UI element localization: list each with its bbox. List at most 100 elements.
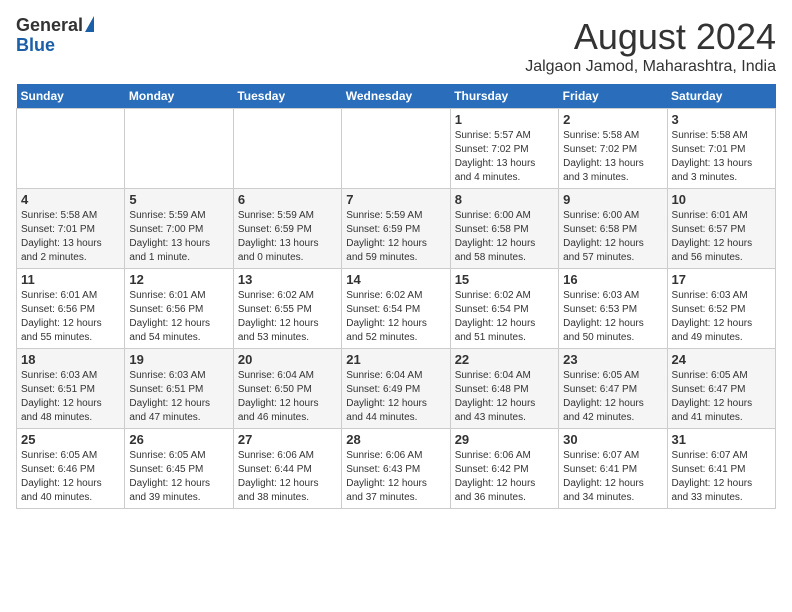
day-number: 24 (672, 352, 771, 367)
day-info: Sunrise: 6:03 AMSunset: 6:51 PMDaylight:… (129, 369, 228, 425)
calendar-cell: 28 Sunrise: 6:06 AMSunset: 6:43 PMDayligh… (342, 429, 450, 509)
day-number: 29 (455, 432, 554, 447)
calendar-cell: 15Sunrise: 6:02 AMSunset: 6:54 PMDayligh… (450, 269, 558, 349)
calendar-cell: 23 Sunrise: 6:05 AMSunset: 6:47 PMDayligh… (559, 349, 667, 429)
day-header-sunday: Sunday (17, 84, 125, 109)
calendar-week-row: 25 Sunrise: 6:05 AMSunset: 6:46 PMDayligh… (17, 429, 776, 509)
day-number: 26 (129, 432, 228, 447)
day-number: 21 (346, 352, 445, 367)
day-header-tuesday: Tuesday (233, 84, 341, 109)
day-info: Sunrise: 6:02 AMSunset: 6:54 PMDaylight:… (346, 289, 445, 345)
day-info: Sunrise: 6:04 AMSunset: 6:48 PMDaylight:… (455, 369, 554, 425)
day-header-wednesday: Wednesday (342, 84, 450, 109)
day-info: Sunrise: 5:58 AMSunset: 7:01 PMDaylight:… (672, 129, 771, 185)
day-info: Sunrise: 6:06 AMSunset: 6:43 PMDaylight:… (346, 449, 445, 505)
day-number: 13 (238, 272, 337, 287)
calendar-cell (17, 109, 125, 189)
day-info: Sunrise: 6:02 AMSunset: 6:55 PMDaylight:… (238, 289, 337, 345)
day-header-thursday: Thursday (450, 84, 558, 109)
calendar-week-row: 4 Sunrise: 5:58 AMSunset: 7:01 PMDaylight… (17, 189, 776, 269)
calendar-cell: 18 Sunrise: 6:03 AMSunset: 6:51 PMDayligh… (17, 349, 125, 429)
calendar-cell: 7 Sunrise: 5:59 AMSunset: 6:59 PMDaylight… (342, 189, 450, 269)
day-info: Sunrise: 5:58 AMSunset: 7:02 PMDaylight:… (563, 129, 662, 185)
day-number: 27 (238, 432, 337, 447)
calendar-cell: 4 Sunrise: 5:58 AMSunset: 7:01 PMDaylight… (17, 189, 125, 269)
calendar-cell: 8Sunrise: 6:00 AMSunset: 6:58 PMDaylight… (450, 189, 558, 269)
day-number: 18 (21, 352, 120, 367)
day-number: 22 (455, 352, 554, 367)
calendar-cell: 31 Sunrise: 6:07 AMSunset: 6:41 PMDayligh… (667, 429, 775, 509)
calendar-cell: 1Sunrise: 5:57 AMSunset: 7:02 PMDaylight… (450, 109, 558, 189)
day-header-monday: Monday (125, 84, 233, 109)
calendar-cell: 13 Sunrise: 6:02 AMSunset: 6:55 PMDayligh… (233, 269, 341, 349)
calendar-cell: 16 Sunrise: 6:03 AMSunset: 6:53 PMDayligh… (559, 269, 667, 349)
calendar-cell: 2 Sunrise: 5:58 AMSunset: 7:02 PMDaylight… (559, 109, 667, 189)
calendar-cell (125, 109, 233, 189)
title-block: August 2024 Jalgaon Jamod, Maharashtra, … (525, 16, 776, 76)
calendar-cell: 17 Sunrise: 6:03 AMSunset: 6:52 PMDayligh… (667, 269, 775, 349)
day-number: 1 (455, 112, 554, 127)
day-number: 10 (672, 192, 771, 207)
calendar-cell: 14 Sunrise: 6:02 AMSunset: 6:54 PMDayligh… (342, 269, 450, 349)
day-info: Sunrise: 6:03 AMSunset: 6:51 PMDaylight:… (21, 369, 120, 425)
calendar-cell: 19 Sunrise: 6:03 AMSunset: 6:51 PMDayligh… (125, 349, 233, 429)
day-info: Sunrise: 6:05 AMSunset: 6:47 PMDaylight:… (672, 369, 771, 425)
calendar-cell: 30 Sunrise: 6:07 AMSunset: 6:41 PMDayligh… (559, 429, 667, 509)
day-info: Sunrise: 6:06 AMSunset: 6:42 PMDaylight:… (455, 449, 554, 505)
calendar-cell: 26 Sunrise: 6:05 AMSunset: 6:45 PMDayligh… (125, 429, 233, 509)
day-info: Sunrise: 6:03 AMSunset: 6:53 PMDaylight:… (563, 289, 662, 345)
calendar-week-row: 1Sunrise: 5:57 AMSunset: 7:02 PMDaylight… (17, 109, 776, 189)
day-number: 19 (129, 352, 228, 367)
day-info: Sunrise: 5:59 AMSunset: 7:00 PMDaylight:… (129, 209, 228, 265)
day-number: 6 (238, 192, 337, 207)
day-number: 12 (129, 272, 228, 287)
day-number: 30 (563, 432, 662, 447)
calendar-cell (233, 109, 341, 189)
day-info: Sunrise: 6:05 AMSunset: 6:47 PMDaylight:… (563, 369, 662, 425)
day-number: 4 (21, 192, 120, 207)
day-info: Sunrise: 6:07 AMSunset: 6:41 PMDaylight:… (563, 449, 662, 505)
calendar-cell: 3Sunrise: 5:58 AMSunset: 7:01 PMDaylight… (667, 109, 775, 189)
day-number: 25 (21, 432, 120, 447)
calendar-header-row: SundayMondayTuesdayWednesdayThursdayFrid… (17, 84, 776, 109)
logo-blue-text: Blue (16, 36, 94, 56)
day-number: 7 (346, 192, 445, 207)
day-number: 28 (346, 432, 445, 447)
day-number: 17 (672, 272, 771, 287)
day-info: Sunrise: 6:05 AMSunset: 6:46 PMDaylight:… (21, 449, 120, 505)
calendar-cell (342, 109, 450, 189)
day-number: 2 (563, 112, 662, 127)
day-info: Sunrise: 6:06 AMSunset: 6:44 PMDaylight:… (238, 449, 337, 505)
location-title: Jalgaon Jamod, Maharashtra, India (525, 58, 776, 76)
calendar-week-row: 18 Sunrise: 6:03 AMSunset: 6:51 PMDayligh… (17, 349, 776, 429)
day-info: Sunrise: 5:59 AMSunset: 6:59 PMDaylight:… (346, 209, 445, 265)
calendar-cell: 29 Sunrise: 6:06 AMSunset: 6:42 PMDayligh… (450, 429, 558, 509)
day-info: Sunrise: 5:58 AMSunset: 7:01 PMDaylight:… (21, 209, 120, 265)
calendar-cell: 11Sunrise: 6:01 AMSunset: 6:56 PMDayligh… (17, 269, 125, 349)
calendar-cell: 5Sunrise: 5:59 AMSunset: 7:00 PMDaylight… (125, 189, 233, 269)
day-info: Sunrise: 6:03 AMSunset: 6:52 PMDaylight:… (672, 289, 771, 345)
day-number: 31 (672, 432, 771, 447)
calendar-cell: 9Sunrise: 6:00 AMSunset: 6:58 PMDaylight… (559, 189, 667, 269)
day-info: Sunrise: 6:01 AMSunset: 6:57 PMDaylight:… (672, 209, 771, 265)
calendar-week-row: 11Sunrise: 6:01 AMSunset: 6:56 PMDayligh… (17, 269, 776, 349)
day-number: 15 (455, 272, 554, 287)
day-info: Sunrise: 6:04 AMSunset: 6:50 PMDaylight:… (238, 369, 337, 425)
day-info: Sunrise: 5:59 AMSunset: 6:59 PMDaylight:… (238, 209, 337, 265)
calendar-cell: 24 Sunrise: 6:05 AMSunset: 6:47 PMDayligh… (667, 349, 775, 429)
logo: General Blue (16, 16, 94, 56)
calendar-cell: 20 Sunrise: 6:04 AMSunset: 6:50 PMDayligh… (233, 349, 341, 429)
day-info: Sunrise: 6:00 AMSunset: 6:58 PMDaylight:… (455, 209, 554, 265)
day-header-saturday: Saturday (667, 84, 775, 109)
month-title: August 2024 (525, 16, 776, 58)
day-number: 14 (346, 272, 445, 287)
day-number: 20 (238, 352, 337, 367)
calendar-cell: 21Sunrise: 6:04 AMSunset: 6:49 PMDayligh… (342, 349, 450, 429)
day-number: 16 (563, 272, 662, 287)
day-info: Sunrise: 6:05 AMSunset: 6:45 PMDaylight:… (129, 449, 228, 505)
day-number: 9 (563, 192, 662, 207)
day-number: 23 (563, 352, 662, 367)
day-info: Sunrise: 6:07 AMSunset: 6:41 PMDaylight:… (672, 449, 771, 505)
day-number: 11 (21, 272, 120, 287)
logo-general-text: General (16, 16, 83, 36)
